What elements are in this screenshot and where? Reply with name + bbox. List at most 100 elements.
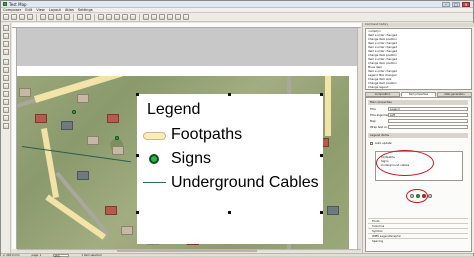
vertical-scrollbar[interactable] bbox=[357, 28, 361, 249]
horizontal-scrollbar[interactable] bbox=[17, 249, 361, 252]
save-icon[interactable] bbox=[3, 14, 9, 20]
auto-update-checkbox[interactable] bbox=[370, 142, 373, 145]
title-bar: Test Map – □ × bbox=[1, 1, 473, 8]
symbol-section[interactable]: Symbol bbox=[368, 228, 468, 233]
legend-items-header[interactable]: Legend items bbox=[368, 133, 468, 138]
map-label: Map bbox=[370, 119, 376, 123]
undo-panel-title: Command history bbox=[363, 23, 474, 27]
menu-atlas[interactable]: Atlas bbox=[65, 8, 74, 12]
selection-handle[interactable] bbox=[136, 93, 139, 96]
close-icon[interactable]: × bbox=[462, 2, 470, 7]
export-svg-icon[interactable] bbox=[56, 14, 62, 20]
zoom-100-icon[interactable] bbox=[106, 14, 112, 20]
building bbox=[61, 121, 73, 130]
menu-composer[interactable]: Composer bbox=[3, 8, 21, 12]
pan-icon[interactable] bbox=[3, 25, 9, 31]
group-icon[interactable] bbox=[159, 14, 165, 20]
legend-title: Legend bbox=[147, 101, 201, 118]
undo-history-list[interactable]: <empty> Item z-order changed Change item… bbox=[365, 28, 472, 90]
add-table-icon[interactable] bbox=[3, 115, 9, 121]
selection-handle[interactable] bbox=[320, 93, 323, 96]
add-scalebar-icon[interactable] bbox=[3, 91, 9, 97]
building bbox=[87, 136, 99, 145]
zoom-full-icon[interactable] bbox=[98, 14, 104, 20]
window-title: Test Map bbox=[9, 2, 27, 7]
unlock-icon[interactable] bbox=[151, 14, 157, 20]
composer-window: Test Map – □ × Composer Edit View Layout… bbox=[0, 0, 474, 258]
manager-icon[interactable] bbox=[27, 14, 33, 20]
maximize-icon[interactable]: □ bbox=[452, 2, 460, 7]
zoom-tool-icon[interactable] bbox=[3, 33, 9, 39]
add-arrow-icon[interactable] bbox=[3, 107, 9, 113]
add-legend-icon[interactable] bbox=[3, 83, 9, 89]
building bbox=[327, 206, 339, 215]
composer-canvas[interactable]: Legend Footpaths Signs Underground Cable… bbox=[17, 28, 361, 249]
columns-section[interactable]: Columns bbox=[368, 223, 468, 228]
add-label-icon[interactable] bbox=[3, 75, 9, 81]
refresh-icon[interactable] bbox=[130, 14, 136, 20]
building bbox=[19, 88, 31, 97]
selection-handle[interactable] bbox=[228, 211, 231, 214]
select-icon[interactable] bbox=[3, 41, 9, 47]
lock-icon[interactable] bbox=[143, 14, 149, 20]
duplicate-icon[interactable] bbox=[19, 14, 25, 20]
highlight-ellipse bbox=[376, 150, 434, 176]
move-content-icon[interactable] bbox=[3, 49, 9, 55]
selection-handle[interactable] bbox=[320, 211, 323, 214]
menu-settings[interactable]: Settings bbox=[78, 8, 93, 12]
legend-entry-footpaths: Footpaths bbox=[171, 126, 243, 143]
edit-item-icon[interactable] bbox=[428, 194, 432, 198]
building bbox=[107, 114, 119, 123]
main-toolbar bbox=[1, 13, 473, 22]
export-pdf-icon[interactable] bbox=[64, 14, 70, 20]
title-input[interactable]: Legend bbox=[388, 107, 468, 111]
title-alignment-select[interactable]: Left bbox=[388, 113, 468, 117]
selection-handle[interactable] bbox=[136, 211, 139, 214]
add-html-icon[interactable] bbox=[3, 123, 9, 129]
building bbox=[35, 114, 47, 123]
add-image-icon[interactable] bbox=[3, 67, 9, 73]
selection-handle[interactable] bbox=[228, 93, 231, 96]
title-label: Title bbox=[370, 107, 376, 111]
scroll-thumb[interactable] bbox=[117, 250, 257, 252]
new-icon[interactable] bbox=[11, 14, 17, 20]
wrap-input[interactable] bbox=[388, 125, 468, 129]
tools-toolbar bbox=[1, 23, 11, 253]
raise-icon[interactable] bbox=[175, 14, 181, 20]
zoom-in-icon[interactable] bbox=[114, 14, 120, 20]
main-properties-header[interactable]: Main properties bbox=[368, 100, 468, 105]
street bbox=[17, 76, 132, 108]
selection-handle[interactable] bbox=[136, 154, 139, 157]
export-image-icon[interactable] bbox=[48, 14, 54, 20]
undo-icon[interactable] bbox=[77, 14, 83, 20]
footpath bbox=[325, 76, 331, 136]
sign-point bbox=[72, 110, 76, 114]
zoom-out-icon[interactable] bbox=[122, 14, 128, 20]
selection-handle[interactable] bbox=[320, 154, 323, 157]
print-icon[interactable] bbox=[40, 14, 46, 20]
redo-icon[interactable] bbox=[85, 14, 91, 20]
toolbar-divider bbox=[94, 13, 95, 21]
fonts-section[interactable]: Fonts bbox=[368, 218, 468, 223]
history-row[interactable]: Change legend bbox=[368, 86, 388, 89]
minimize-icon[interactable]: – bbox=[442, 2, 450, 7]
menu-edit[interactable]: Edit bbox=[25, 8, 32, 12]
right-dock: Command history <empty> Item z-order cha… bbox=[362, 23, 474, 253]
map-select[interactable] bbox=[388, 119, 468, 123]
spacing-section[interactable]: Spacing bbox=[368, 238, 468, 243]
menu-view[interactable]: View bbox=[36, 8, 45, 12]
wms-legendgraphic-section[interactable]: WMS LegendGraphic bbox=[368, 233, 468, 238]
add-map-icon[interactable] bbox=[3, 59, 9, 65]
app-icon bbox=[3, 2, 7, 6]
item-properties-panel: Main properties Title Legend Title align… bbox=[365, 97, 472, 252]
window-controls: – □ × bbox=[442, 2, 470, 7]
add-shape-icon[interactable] bbox=[3, 99, 9, 105]
menu-layout[interactable]: Layout bbox=[49, 8, 61, 12]
ungroup-icon[interactable] bbox=[167, 14, 173, 20]
toolbar-divider bbox=[73, 13, 74, 21]
legend-item[interactable]: Legend Footpaths Signs Underground Cable… bbox=[136, 93, 323, 244]
align-icon[interactable] bbox=[183, 14, 189, 20]
building bbox=[121, 226, 133, 235]
toolbar-divider bbox=[36, 13, 37, 21]
sign-point bbox=[115, 136, 119, 140]
